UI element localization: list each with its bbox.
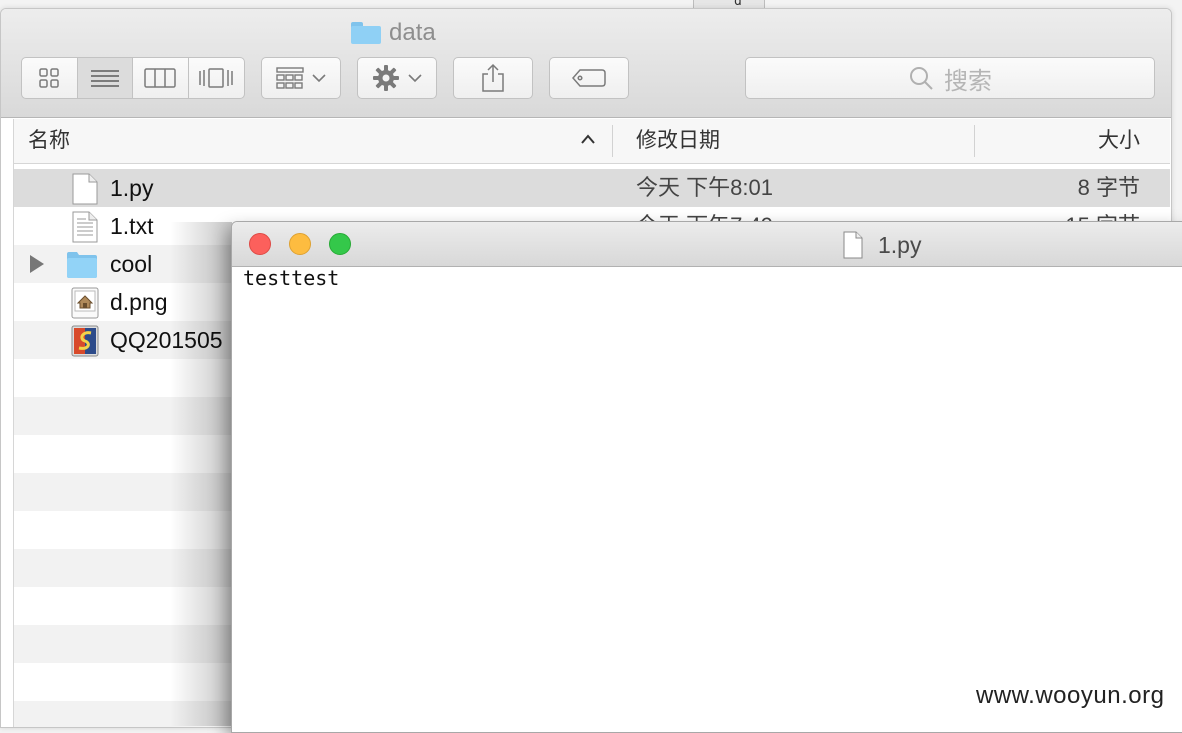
file-size: 8 字节: [1077, 175, 1140, 200]
sort-ascending-icon: [581, 134, 595, 144]
cover-flow-icon: [199, 68, 233, 88]
close-button[interactable]: [249, 233, 271, 255]
file-name: d.png: [110, 289, 168, 315]
arrange-button[interactable]: [261, 57, 341, 99]
editor-title-label: 1.py: [878, 231, 922, 258]
file-name: cool: [110, 251, 153, 277]
action-button[interactable]: [357, 57, 437, 99]
column-view-button[interactable]: [133, 58, 189, 98]
tag-button[interactable]: [549, 57, 629, 99]
list-view-button[interactable]: [77, 58, 133, 98]
minimize-button[interactable]: [289, 233, 311, 255]
watermark: www.wooyun.org: [976, 682, 1165, 709]
column-header-name[interactable]: 名称: [28, 119, 70, 163]
share-icon: [482, 63, 504, 92]
gear-icon: [373, 65, 399, 91]
folder-icon: [351, 22, 381, 44]
app-file-icon: [71, 325, 99, 357]
share-button[interactable]: [453, 57, 533, 99]
file-name: 1.txt: [110, 213, 154, 239]
column-divider: [974, 125, 975, 157]
icon-view-button[interactable]: [22, 58, 78, 98]
file-name: 1.py: [110, 175, 154, 201]
editor-title: 1.py: [842, 230, 921, 260]
icon-view-icon: [39, 68, 59, 88]
column-divider: [612, 125, 613, 157]
search-icon: [910, 67, 933, 90]
zoom-button[interactable]: [329, 233, 351, 255]
list-view-icon: [90, 70, 119, 87]
cover-flow-button[interactable]: [189, 58, 245, 98]
folder-icon: [67, 252, 97, 278]
window-shadow: [170, 222, 232, 726]
document-icon: [843, 231, 863, 259]
finder-title: data: [351, 19, 436, 47]
file-date: 今天 下午8:01: [636, 175, 773, 200]
column-header-date[interactable]: 修改日期: [636, 119, 720, 163]
editor-text-content[interactable]: testtest: [243, 266, 339, 290]
arrange-icon: [276, 67, 304, 89]
text-editor-window: 1.py testtest: [231, 221, 1182, 733]
finder-titlebar: data 搜索: [1, 9, 1171, 118]
disclosure-triangle-icon[interactable]: [30, 255, 44, 273]
chevron-down-icon: [408, 74, 422, 83]
finder-title-label: data: [389, 19, 436, 46]
document-icon: [72, 173, 98, 205]
image-file-icon: [71, 287, 99, 319]
file-row-1py[interactable]: 1.py 今天 下午8:01 8 字节: [14, 169, 1170, 207]
search-placeholder: 搜索: [944, 67, 992, 95]
tag-icon: [572, 69, 606, 87]
column-header-size[interactable]: 大小: [1098, 119, 1140, 163]
chevron-down-icon: [312, 74, 326, 83]
column-header: 名称 修改日期 大小: [13, 119, 1170, 164]
search-field[interactable]: 搜索: [745, 57, 1155, 99]
view-mode-control: [21, 57, 245, 99]
column-view-icon: [144, 68, 176, 88]
editor-titlebar: 1.py: [232, 222, 1182, 267]
text-document-icon: [72, 211, 98, 243]
